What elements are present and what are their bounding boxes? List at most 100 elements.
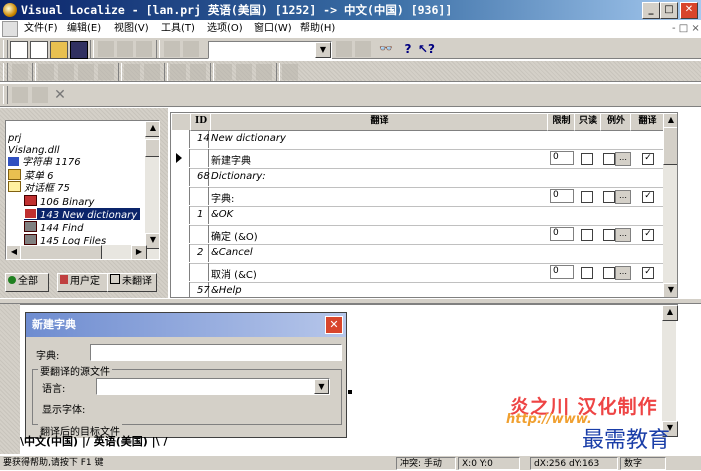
find-next-icon[interactable]: [355, 41, 371, 57]
exception-edit-button[interactable]: …: [615, 266, 631, 280]
tree-item-dialog[interactable]: 106 Binary: [24, 195, 94, 208]
source-row[interactable]: 2 &Cancel: [171, 244, 663, 264]
menu-tools[interactable]: 工具(T): [161, 20, 195, 37]
context-help-icon[interactable]: ↖?: [418, 41, 435, 57]
tree-item[interactable]: Vislang.dll: [8, 145, 60, 157]
source-row[interactable]: 57 &Help: [171, 282, 663, 297]
close-button[interactable]: ✕: [680, 2, 698, 19]
header-translate[interactable]: 翻译: [630, 113, 665, 131]
dictionary-field[interactable]: [90, 344, 342, 361]
target-text[interactable]: 字典:: [211, 190, 234, 205]
translate-checkbox[interactable]: ✓: [642, 267, 654, 279]
menu-options[interactable]: 选项(O): [207, 20, 243, 37]
undo-icon[interactable]: [164, 41, 180, 57]
scroll-thumb[interactable]: [145, 139, 159, 157]
exception-checkbox[interactable]: [603, 153, 615, 165]
hscroll-thumb[interactable]: [20, 245, 102, 259]
search-combo[interactable]: ▼: [208, 41, 332, 59]
scroll-up-icon[interactable]: ▲: [662, 305, 678, 321]
translate-checkbox[interactable]: ✓: [642, 153, 654, 165]
limit-value[interactable]: 0: [550, 227, 574, 241]
tab-user[interactable]: 用户定: [57, 273, 111, 292]
language-select[interactable]: ▼: [96, 378, 330, 395]
readonly-checkbox[interactable]: [581, 267, 593, 279]
chevron-down-icon[interactable]: ▼: [315, 42, 331, 58]
menu-help[interactable]: 帮助(H): [300, 20, 335, 37]
maximize-button[interactable]: □: [660, 2, 678, 19]
tab-all[interactable]: 全部: [5, 273, 49, 292]
open-folder-icon[interactable]: [50, 41, 68, 59]
header-exception[interactable]: 例外: [600, 113, 632, 131]
translate-checkbox[interactable]: ✓: [642, 229, 654, 241]
cut-icon[interactable]: [98, 41, 114, 57]
scroll-down-icon[interactable]: ▼: [145, 233, 159, 249]
target-text[interactable]: 确定 (&O): [211, 228, 258, 243]
header-id[interactable]: ID: [190, 113, 212, 131]
minimize-button[interactable]: _: [642, 2, 660, 19]
source-row[interactable]: 1 &OK: [171, 206, 663, 226]
copy-icon[interactable]: [117, 41, 133, 57]
target-row[interactable]: 取消 (&C) 0 … ✓: [171, 263, 663, 283]
mdi-controls[interactable]: - □ ×: [672, 20, 700, 37]
source-row[interactable]: 14 New dictionary: [171, 130, 663, 150]
chevron-down-icon[interactable]: ▼: [314, 379, 329, 394]
exception-edit-button[interactable]: …: [615, 190, 631, 204]
new-icon[interactable]: [10, 41, 28, 59]
prev-icon[interactable]: [12, 87, 28, 103]
menu-file[interactable]: 文件(F): [24, 20, 58, 37]
close-icon[interactable]: ✕: [325, 316, 343, 334]
source-row[interactable]: 68 Dictionary:: [171, 168, 663, 188]
header-limit[interactable]: 限制: [547, 113, 576, 131]
language-tabs[interactable]: \中文(中国) |/ 英语(美国) |\ /: [20, 434, 260, 450]
target-text[interactable]: 取消 (&C): [211, 266, 257, 281]
new-file-icon[interactable]: [30, 41, 48, 59]
center-v-icon[interactable]: [144, 64, 160, 80]
save-icon[interactable]: [70, 41, 88, 59]
resize-handle[interactable]: [348, 390, 352, 394]
align-right-icon[interactable]: [58, 64, 74, 80]
translate-checkbox[interactable]: ✓: [642, 191, 654, 203]
limit-value[interactable]: 0: [550, 265, 574, 279]
exception-checkbox[interactable]: [603, 191, 615, 203]
scroll-up-icon[interactable]: ▲: [145, 121, 159, 137]
exception-edit-button[interactable]: …: [615, 152, 631, 166]
readonly-checkbox[interactable]: [581, 191, 593, 203]
align-top-icon[interactable]: [78, 64, 94, 80]
tab-untranslated[interactable]: 未翻译: [107, 273, 157, 292]
same-size-icon[interactable]: [256, 64, 272, 80]
delete-icon[interactable]: ✕: [52, 87, 68, 103]
exception-checkbox[interactable]: [603, 229, 615, 241]
translation-grid[interactable]: ID 翻译 限制 只读 例外 翻译 14 New dictionary 新建字典…: [170, 112, 678, 298]
menu-edit[interactable]: 编辑(E): [67, 20, 101, 37]
scroll-thumb[interactable]: [663, 127, 677, 165]
readonly-checkbox[interactable]: [581, 229, 593, 241]
center-h-icon[interactable]: [124, 64, 140, 80]
preview-vscrollbar[interactable]: ▲ ▼: [662, 305, 678, 437]
tree-item-strings[interactable]: 字符串 1176: [8, 157, 81, 169]
scroll-right-icon[interactable]: ▶: [131, 245, 147, 259]
menu-view[interactable]: 视图(V): [114, 20, 149, 37]
binoculars-icon[interactable]: 👓: [378, 41, 394, 57]
target-text[interactable]: 新建字典: [211, 152, 251, 167]
project-tree[interactable]: prj Vislang.dll 字符串 1176 菜单 6 对话框 75 106…: [5, 120, 160, 260]
target-row[interactable]: 新建字典 0 … ✓: [171, 149, 663, 169]
paste-icon[interactable]: [136, 41, 152, 57]
align-bottom-icon[interactable]: [98, 64, 114, 80]
target-row[interactable]: 字典: 0 … ✓: [171, 187, 663, 207]
exception-edit-button[interactable]: …: [615, 228, 631, 242]
header-translation[interactable]: 翻译: [210, 113, 549, 131]
tree-item-menus[interactable]: 菜单 6: [8, 169, 54, 182]
scroll-down-icon[interactable]: ▼: [663, 283, 677, 297]
tree-item-dialog[interactable]: 144 Find: [24, 221, 83, 234]
readonly-checkbox[interactable]: [581, 153, 593, 165]
help-icon[interactable]: ?: [400, 41, 416, 57]
next-icon[interactable]: [32, 87, 48, 103]
tree-vscrollbar[interactable]: ▲ ▼: [145, 121, 159, 259]
same-height-icon[interactable]: [236, 64, 252, 80]
header-readonly[interactable]: 只读: [574, 113, 602, 131]
tree-item-dialogs[interactable]: 对话框 75: [8, 181, 70, 194]
tree-item[interactable]: prj: [8, 133, 21, 145]
find-icon[interactable]: [336, 41, 352, 57]
same-width-icon[interactable]: [216, 64, 232, 80]
pin-icon[interactable]: [12, 64, 28, 80]
